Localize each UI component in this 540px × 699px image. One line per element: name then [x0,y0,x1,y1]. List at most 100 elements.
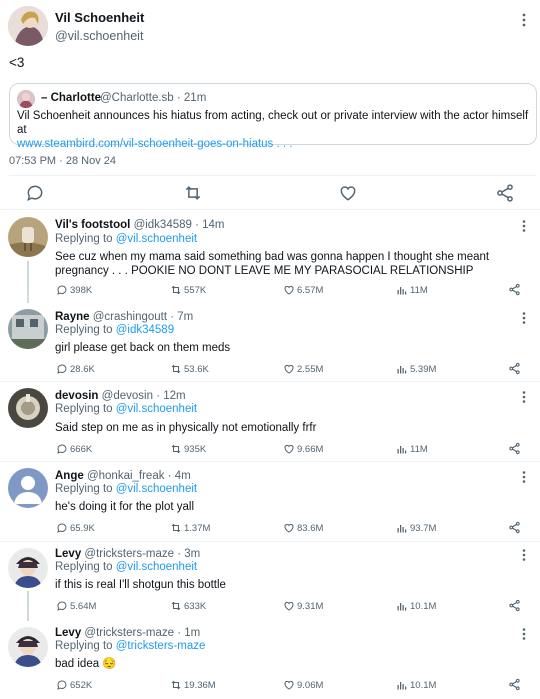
avatar[interactable] [8,548,48,588]
like-count-value: 83.6M [297,522,324,534]
view-count[interactable]: 10.1M [396,600,436,612]
retweet-icon [170,600,182,612]
share-icon[interactable] [495,183,515,203]
author-handle[interactable]: @honkai_freak · 4m [87,470,191,482]
replying-prefix: Replying to [55,483,116,495]
retweet-count[interactable]: 19.36M [170,679,216,691]
share-icon [508,678,521,691]
quoted-tweet[interactable]: – Charlotte @Charlotte.sb · 21m Vil Scho… [9,83,537,150]
reply-count-value: 652K [70,679,93,691]
more-options-icon[interactable] [518,627,530,641]
reply-count[interactable]: 65.9K [56,522,95,534]
avatar[interactable] [8,468,48,508]
author-name[interactable]: devosin [55,390,98,402]
like-icon[interactable] [338,183,358,203]
reply-tweet[interactable]: Levy @tricksters-maze · 1m Replying to @… [0,621,540,699]
author-handle[interactable]: @idk34589 · 14m [134,219,225,231]
more-options-icon[interactable] [518,12,530,28]
reply-count[interactable]: 666K [56,443,92,455]
replying-to-handle[interactable]: @vil.schoenheit [116,403,197,415]
reply-tweet[interactable]: Vil's footstool @idk34589 · 14m Replying… [0,209,540,303]
author-handle[interactable]: @vil.schoenheit [55,29,143,43]
more-options-icon[interactable] [518,548,530,562]
views-icon [396,600,408,612]
avatar[interactable] [8,6,48,46]
reply-count-value: 28.6K [70,363,95,375]
divider [9,175,537,176]
share-icon [508,362,521,375]
reply-count[interactable]: 28.6K [56,363,95,375]
share-icon [508,442,521,455]
retweet-count[interactable]: 557K [170,284,206,296]
author-name[interactable]: Levy [55,548,81,560]
replying-prefix: Replying to [55,403,116,415]
share-icon [508,521,521,534]
quote-link[interactable]: www.steambird.com/vil-schoenheit-goes-on… [17,138,292,150]
view-count[interactable]: 11M [396,443,428,455]
author-name[interactable]: Vil's footstool [55,219,130,231]
avatar[interactable] [8,627,48,667]
author-handle[interactable]: @devosin · 12m [102,390,186,402]
more-options-icon[interactable] [518,311,530,325]
reply-header: Levy @tricksters-maze · 1m [55,627,200,639]
like-count-value: 6.57M [297,284,324,296]
author-name[interactable]: Vil Schoenheit [55,10,144,25]
reply-icon [56,600,68,612]
share-button[interactable] [508,442,521,455]
author-name[interactable]: Levy [55,627,81,639]
views-icon [396,522,408,534]
like-count[interactable]: 9.06M [283,679,323,691]
more-options-icon[interactable] [518,470,530,484]
reply-icon[interactable] [25,183,45,203]
more-options-icon[interactable] [518,390,530,404]
author-handle[interactable]: @tricksters-maze · 3m [84,548,200,560]
replying-to-handle[interactable]: @vil.schoenheit [116,561,197,573]
reply-tweet[interactable]: Rayne @crashingoutt · 7m Replying to @id… [0,303,540,381]
share-button[interactable] [508,362,521,375]
like-count[interactable]: 83.6M [283,522,323,534]
replying-to-handle[interactable]: @tricksters-maze [116,640,206,652]
views-icon [396,363,408,375]
author-handle[interactable]: @crashingoutt · 7m [93,311,194,323]
reply-tweet[interactable]: Ange @honkai_freak · 4m Replying to @vil… [0,461,540,541]
replying-to-handle[interactable]: @idk34589 [116,324,174,336]
avatar[interactable] [8,217,48,257]
reply-count[interactable]: 5.64M [56,600,96,612]
author-handle[interactable]: @tricksters-maze · 1m [84,627,200,639]
avatar[interactable] [8,388,48,428]
share-button[interactable] [508,599,521,612]
like-count[interactable]: 9.66M [283,443,323,455]
more-options-icon[interactable] [518,219,530,233]
reply-count[interactable]: 652K [56,679,92,691]
author-name[interactable]: Ange [55,470,84,482]
reply-icon [56,443,68,455]
share-button[interactable] [508,521,521,534]
reply-count[interactable]: 398K [56,284,92,296]
reply-count-value: 666K [70,443,93,455]
share-button[interactable] [508,678,521,691]
retweet-count-value: 1.37M [184,522,211,534]
view-count[interactable]: 10.1M [396,679,436,691]
like-count[interactable]: 2.55M [283,363,323,375]
avatar[interactable] [8,309,48,349]
like-count[interactable]: 6.57M [283,284,323,296]
retweet-count-value: 557K [184,284,207,296]
reply-header: Rayne @crashingoutt · 7m [55,311,193,323]
retweet-count[interactable]: 935K [170,443,206,455]
view-count[interactable]: 5.39M [396,363,436,375]
author-name[interactable]: Rayne [55,311,90,323]
view-count[interactable]: 11M [396,284,428,296]
reply-tweet[interactable]: Levy @tricksters-maze · 3m Replying to @… [0,541,540,621]
retweet-icon[interactable] [183,183,203,203]
like-count[interactable]: 9.31M [283,600,323,612]
replying-to-handle[interactable]: @vil.schoenheit [116,233,197,245]
retweet-count[interactable]: 1.37M [170,522,210,534]
reply-tweet[interactable]: devosin @devosin · 12m Replying to @vil.… [0,381,540,461]
like-icon [283,284,295,296]
reply-icon [56,522,68,534]
retweet-count[interactable]: 53.6K [170,363,209,375]
retweet-count[interactable]: 633K [170,600,206,612]
replying-to-handle[interactable]: @vil.schoenheit [116,483,197,495]
share-button[interactable] [508,283,521,296]
view-count[interactable]: 93.7M [396,522,436,534]
